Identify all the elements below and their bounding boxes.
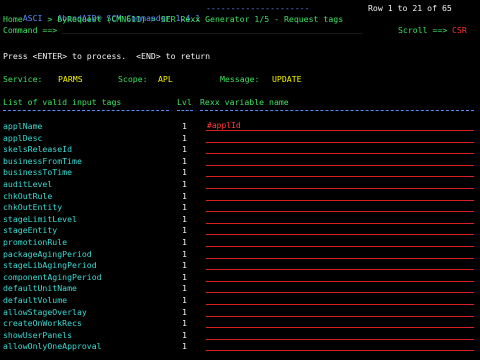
service-label: Service: [3, 74, 43, 84]
tag-name: showUserPanels [3, 330, 73, 340]
tag-level: 1 [182, 121, 187, 131]
command-label: Command ==> [3, 25, 58, 35]
title-bar: ASCI - AbendAID® SCM Commander 1.4.1 [3, 3, 200, 23]
tag-name: createOnWorkRecs [3, 318, 82, 328]
rexx-variable-input[interactable] [206, 284, 474, 293]
tag-name: auditLevel [3, 179, 53, 189]
tag-level: 1 [182, 144, 187, 154]
tag-name: componentAgingPeriod [3, 272, 102, 282]
rexx-variable-input[interactable] [206, 308, 474, 317]
row-status: Row 1 to 21 of 65 [368, 3, 452, 13]
col-header-lvl: Lvl [177, 97, 192, 107]
rexx-variable-input[interactable]: #applId [206, 122, 474, 131]
col-header-rexx: Rexx variable name [200, 97, 289, 107]
tag-name: allowOnlyOneApproval [3, 341, 102, 351]
tag-level: 1 [182, 133, 187, 143]
tag-level: 1 [182, 341, 187, 351]
tag-level: 1 [182, 179, 187, 189]
tag-level: 1 [182, 260, 187, 270]
col-underline-rexx [200, 110, 474, 111]
tag-name: businessToTime [3, 167, 73, 177]
tag-name: promotionRule [3, 237, 68, 247]
col-underline-lvl [177, 110, 193, 111]
tag-name: chkOutRule [3, 191, 53, 201]
tag-name: chkOutEntity [3, 202, 63, 212]
message-value: UPDATE [272, 74, 302, 84]
rexx-variable-input[interactable] [206, 134, 474, 143]
tag-name: stageEntity [3, 225, 58, 235]
col-header-tags: List of valid input tags [3, 97, 122, 107]
col-underline-tags [3, 110, 169, 111]
tag-level: 1 [182, 283, 187, 293]
tag-name: skelsReleaseId [3, 144, 73, 154]
tag-level: 1 [182, 249, 187, 259]
tag-level: 1 [182, 156, 187, 166]
rexx-variable-input[interactable] [206, 180, 474, 189]
tag-level: 1 [182, 295, 187, 305]
rexx-variable-input[interactable] [206, 273, 474, 282]
scroll-field[interactable]: CSR [452, 25, 467, 35]
rexx-variable-input[interactable] [206, 261, 474, 270]
scope-value: APL [158, 74, 173, 84]
instructions-text: Press <ENTER> to process. <END> to retur… [3, 51, 211, 61]
rexx-variable-input[interactable] [206, 331, 474, 340]
tag-level: 1 [182, 318, 187, 328]
tag-name: applName [3, 121, 43, 131]
tag-level: 1 [182, 202, 187, 212]
tag-level: 1 [182, 272, 187, 282]
tag-level: 1 [182, 167, 187, 177]
tag-name: defaultVolume [3, 295, 68, 305]
tag-level: 1 [182, 237, 187, 247]
rexx-variable-input[interactable] [206, 192, 474, 201]
title-rule: --------------------- [206, 3, 310, 13]
rexx-variable-input[interactable] [206, 238, 474, 247]
tag-level: 1 [182, 307, 187, 317]
rexx-variable-input[interactable] [206, 250, 474, 259]
service-value: PARMS [58, 74, 83, 84]
scope-label: Scope: [118, 74, 148, 84]
tag-level: 1 [182, 330, 187, 340]
rexx-variable-input[interactable] [206, 226, 474, 235]
tag-name: defaultUnitName [3, 283, 77, 293]
tag-name: applDesc [3, 133, 43, 143]
rexx-variable-input[interactable] [206, 342, 474, 351]
rexx-variable-input[interactable] [206, 145, 474, 154]
message-label: Message: [220, 74, 260, 84]
rexx-variable-input[interactable] [206, 203, 474, 212]
rexx-variable-input[interactable] [206, 157, 474, 166]
tag-name: packageAgingPeriod [3, 249, 92, 259]
breadcrumb[interactable]: Home > byRequest (CMN611) > SER Rexx Gen… [3, 14, 343, 24]
terminal-screen: ASCI - AbendAID® SCM Commander 1.4.1 ---… [0, 0, 480, 360]
tag-name: stageLibAgingPeriod [3, 260, 97, 270]
command-input[interactable] [62, 33, 362, 34]
tag-name: allowStageOverlay [3, 307, 87, 317]
rexx-variable-input[interactable] [206, 296, 474, 305]
tag-level: 1 [182, 225, 187, 235]
scroll-label: Scroll ==> [398, 25, 448, 35]
rexx-variable-input[interactable] [206, 319, 474, 328]
rexx-variable-input[interactable] [206, 168, 474, 177]
rexx-variable-input[interactable] [206, 215, 474, 224]
tag-name: stageLimitLevel [3, 214, 77, 224]
tag-name: businessFromTime [3, 156, 82, 166]
tag-level: 1 [182, 191, 187, 201]
tag-level: 1 [182, 214, 187, 224]
